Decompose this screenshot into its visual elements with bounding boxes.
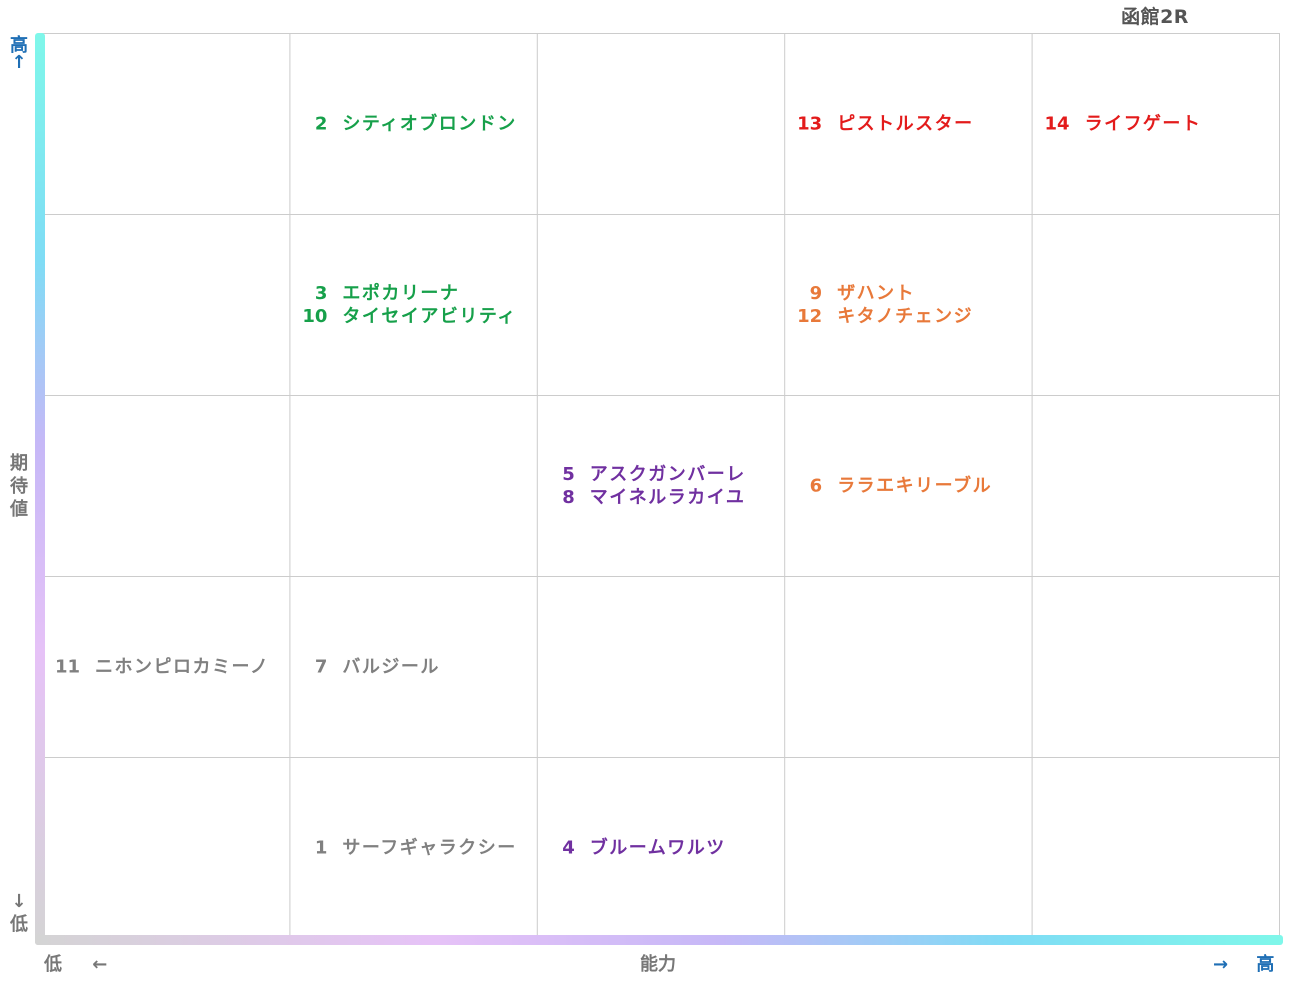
x-low-label: 低 ←	[44, 950, 107, 976]
entry-name: サーフギャラクシー	[342, 838, 516, 859]
entry-name: キタノチェンジ	[837, 306, 973, 327]
entry-name: エポカリーナ	[342, 282, 459, 304]
entry-name: マイネルラカイユ	[590, 487, 746, 508]
entry-number: 6	[810, 476, 823, 497]
x-low-arrow: ←	[92, 954, 108, 975]
y-axis-label: 期待値	[8, 452, 30, 521]
entry-name: アスクガンバーレ	[590, 464, 746, 485]
y-high-label: 高 ↑	[8, 34, 30, 74]
entry-name: タイセイアビリティ	[342, 306, 516, 327]
entry-number: 12	[797, 306, 822, 327]
entry-name: ザハント	[837, 283, 915, 304]
entry-number: 7	[315, 657, 328, 678]
entry-number: 1	[315, 838, 328, 859]
entry-number: 5	[562, 464, 575, 485]
x-high-label: → 高	[1213, 950, 1274, 976]
entry-number: 11	[55, 657, 80, 678]
entry-name: ララエキリーブル	[837, 475, 992, 497]
entry-number: 3	[315, 283, 328, 304]
entry-number: 14	[1045, 114, 1070, 135]
y-axis-bar	[35, 33, 45, 945]
entry-number: 10	[302, 306, 327, 327]
entry-number: 9	[810, 283, 823, 304]
entry-name: ライフゲート	[1085, 113, 1202, 135]
entry-name: ブルームワルツ	[590, 837, 726, 859]
entry-name: ピストルスター	[837, 114, 974, 135]
y-low-label: ↓ 低	[8, 890, 30, 936]
entry-name: ニホンピロカミーノ	[95, 657, 269, 678]
entry-number: 13	[797, 114, 822, 135]
y-axis-text: 期待値	[10, 453, 28, 520]
x-axis-label: 能力	[640, 954, 676, 975]
y-low-arrow: ↓	[11, 891, 27, 912]
x-low-text: 低	[44, 954, 62, 975]
entry-number: 2	[315, 114, 328, 135]
entry-name: シティオブロンドン	[342, 113, 516, 135]
chart-svg: 2 シティオブロンドン 13 ピストルスター 14 ライフゲート3 エポカリーナ10 タイセイ…	[35, 33, 1283, 945]
x-high-arrow: →	[1213, 954, 1229, 975]
entry-number: 4	[562, 838, 575, 859]
entry-name: バルジール	[342, 657, 440, 678]
y-low-text: 低	[10, 914, 28, 935]
entry-number: 8	[562, 487, 575, 508]
x-axis-bar	[35, 935, 1283, 945]
x-high-text: 高	[1256, 954, 1275, 975]
